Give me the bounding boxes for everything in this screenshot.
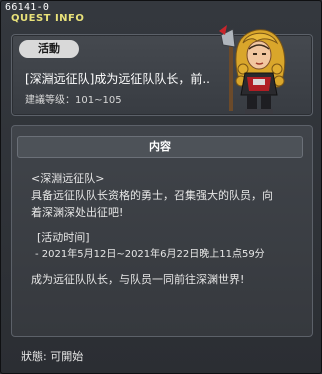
quest-objective: 成为远征队队长，与队员一同前往深渊世界! [31,273,245,286]
description-line: 着深渊深处出征吧! [31,206,124,219]
content-section-header: 内容 [17,136,303,158]
npc-portrait-icon [219,25,286,114]
event-badge: 活動 [19,40,79,58]
quest-status: 狀態: 可開始 [21,350,84,363]
quest-description: <深淵远征队> 具备远征队队长资格的勇士，召集强大的队员，向 着深渊深处出征吧!… [31,170,301,288]
window-title: QUEST INFO [11,13,85,24]
description-line: <深淵远征队> [31,172,105,185]
quest-info-window: 66141-0 QUEST INFO 活動 [深淵远征队]成为远征队队长，前..… [0,0,322,374]
event-time-range: - 2021年5月12日~2021年6月22日晚上11点59分 [35,249,265,260]
recommended-level: 建議等级：101~105 [25,95,122,106]
description-line: 具备远征队队长资格的勇士，召集强大的队员，向 [31,189,273,202]
event-time-label: [活动时间] [37,231,90,244]
quest-id: 66141-0 [5,2,50,13]
quest-name: [深淵远征队]成为远征队队长，前.. [25,72,210,86]
